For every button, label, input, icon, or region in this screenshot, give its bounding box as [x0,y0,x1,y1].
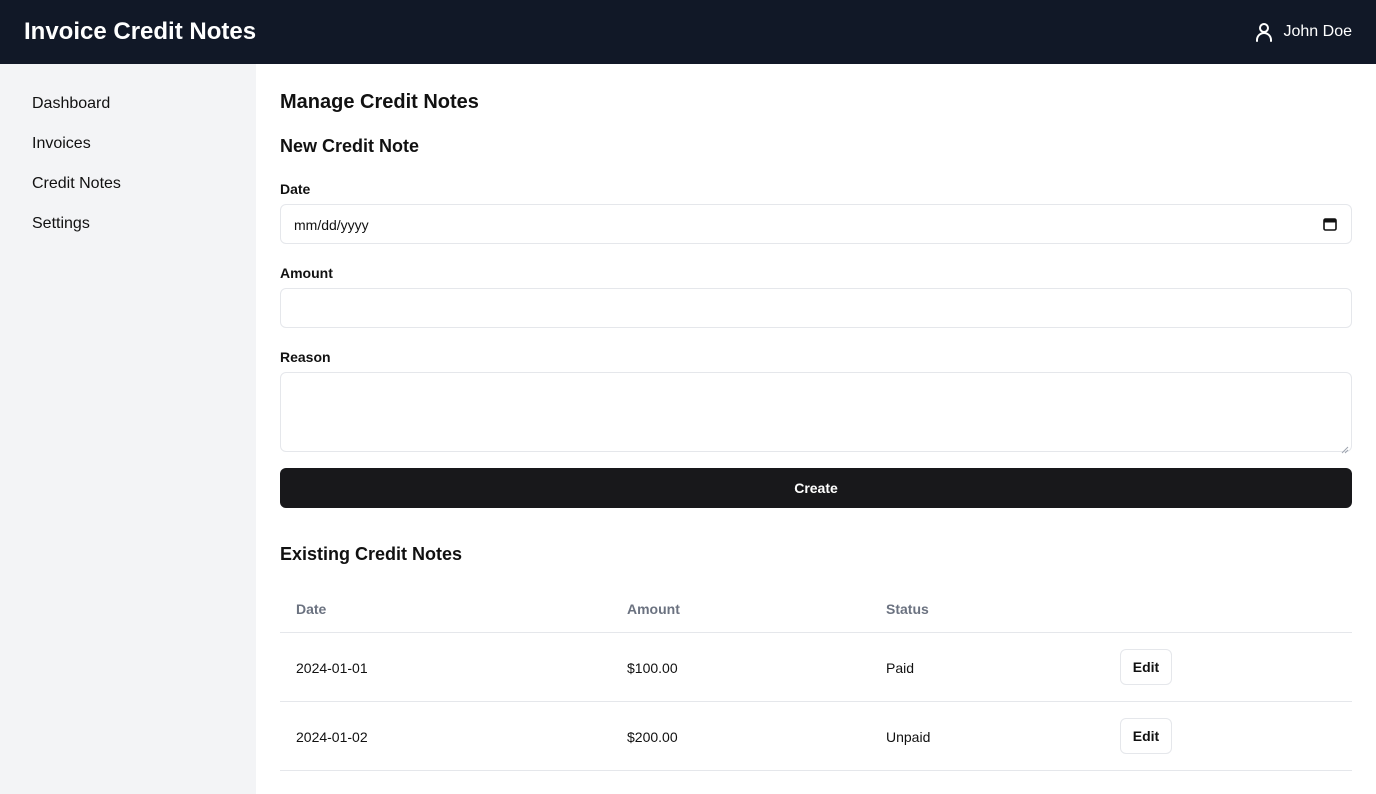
page-title: Manage Credit Notes [280,91,479,113]
user-menu[interactable]: John Doe [1252,20,1353,44]
column-header-status: Status [886,601,929,617]
sidebar-item-invoices[interactable]: Invoices [32,134,91,154]
table-row: 2024-01-02 $200.00 Unpaid Edit [280,702,1352,771]
top-bar: Invoice Credit Notes John Doe [0,0,1376,64]
edit-button[interactable]: Edit [1120,649,1172,685]
create-button[interactable]: Create [280,468,1352,508]
app-title: Invoice Credit Notes [24,18,257,45]
cell-date: 2024-01-01 [296,660,368,676]
date-input[interactable]: mm/dd/yyyy [280,204,1352,244]
table-title: Existing Credit Notes [280,544,463,564]
reason-label: Reason [280,349,331,365]
form-title: New Credit Note [280,136,420,156]
table-header: Date Amount Status [280,588,1352,633]
cell-status: Paid [886,660,915,676]
sidebar: Dashboard Invoices Credit Notes Settings [0,64,256,794]
reason-textarea[interactable] [280,372,1352,454]
sidebar-item-dashboard[interactable]: Dashboard [32,94,110,114]
cell-status: Unpaid [886,729,931,745]
date-placeholder: mm/dd/yyyy [294,217,369,233]
sidebar-item-credit-notes[interactable]: Credit Notes [32,174,121,194]
table-row: 2024-01-01 $100.00 Paid Edit [280,633,1352,702]
main-content: Manage Credit Notes New Credit Note Date… [256,64,1376,794]
resize-handle-icon[interactable] [1341,441,1349,454]
column-header-amount: Amount [627,601,680,617]
user-name: John Doe [1283,23,1353,40]
edit-button[interactable]: Edit [1120,718,1172,754]
amount-label: Amount [280,265,333,281]
cell-amount: $100.00 [627,660,678,676]
calendar-icon[interactable] [1323,217,1337,231]
column-header-date: Date [296,601,327,617]
amount-input[interactable] [280,288,1352,328]
user-icon [1252,20,1276,44]
date-label: Date [280,181,311,197]
sidebar-item-settings[interactable]: Settings [32,214,90,234]
cell-amount: $200.00 [627,729,678,745]
cell-date: 2024-01-02 [296,729,368,745]
